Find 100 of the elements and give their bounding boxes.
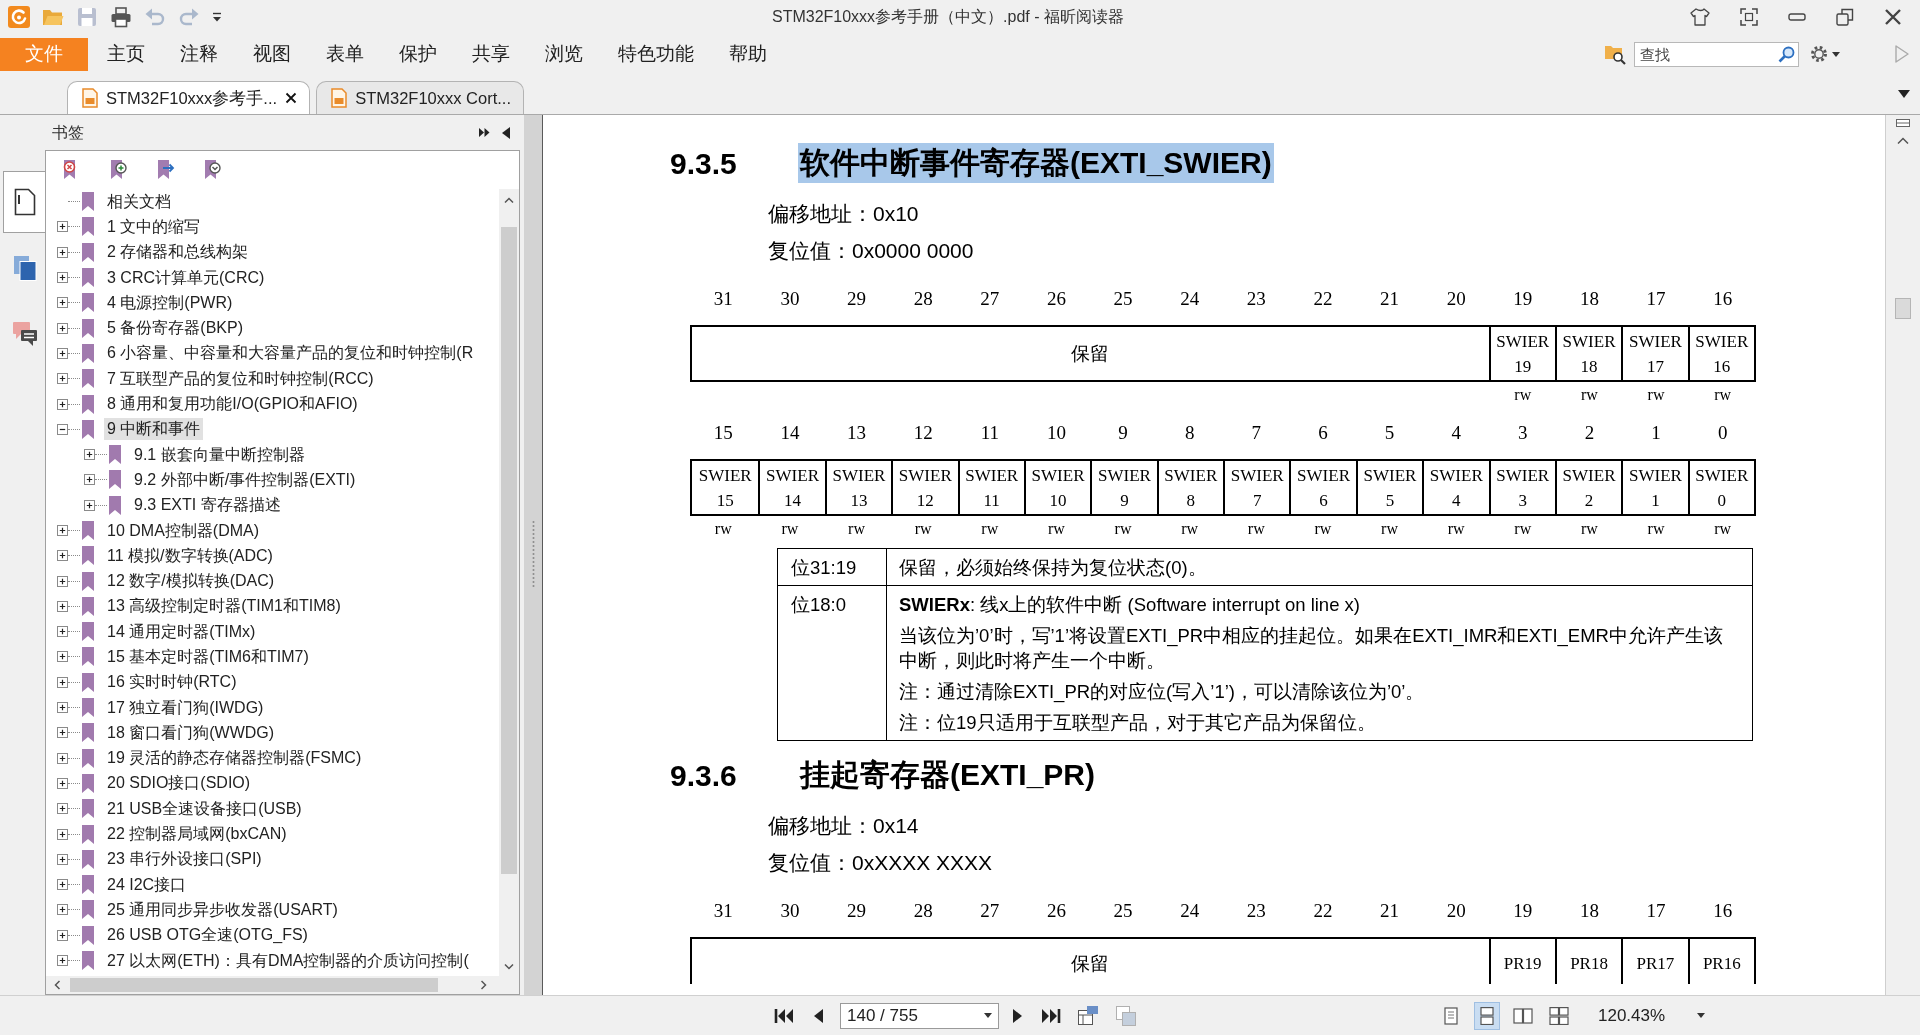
tree-toggle-icon[interactable] [57, 702, 68, 714]
panel-tab[interactable] [3, 171, 45, 233]
zoom-value[interactable]: 120.43% [1598, 1002, 1666, 1029]
tree-toggle-icon[interactable] [57, 727, 68, 739]
bookmark-item[interactable]: 15 基本定时器(TIM6和TIM7) [104, 646, 312, 668]
bookmark-item[interactable]: 13 高级控制定时器(TIM1和TIM8) [104, 595, 344, 618]
last-page-icon[interactable] [1041, 1007, 1061, 1024]
document-tab[interactable]: STM32F10xxx Cort... [316, 81, 524, 114]
ribbon-tab[interactable]: 注释 [176, 37, 222, 71]
bookmark-item[interactable]: 9.3 EXTI 寄存器描述 [131, 494, 284, 517]
tree-toggle-icon[interactable] [57, 525, 68, 536]
first-page-icon[interactable] [774, 1007, 794, 1024]
tree-toggle-icon[interactable] [57, 322, 68, 334]
bookmark-item[interactable]: 26 USB OTG全速(OTG_FS) [104, 924, 311, 947]
tree-toggle-icon[interactable] [57, 272, 68, 284]
tree-toggle-icon[interactable] [57, 929, 68, 941]
bookmark-item[interactable]: 7 互联型产品的复位和时钟控制(RCC) [104, 367, 377, 390]
ribbon-tab[interactable]: 帮助 [725, 37, 771, 71]
ribbon-tab[interactable]: 视图 [249, 37, 295, 71]
previous-page-icon[interactable] [812, 1007, 824, 1024]
ribbon-tab[interactable]: 表单 [322, 37, 368, 71]
scrollbar-thumb[interactable] [1895, 298, 1911, 319]
tree-toggle-icon[interactable] [57, 550, 68, 562]
bookmark-item[interactable]: 19 灵活的静态存储器控制器(FSMC) [104, 747, 365, 770]
minimize-icon[interactable] [1788, 13, 1806, 21]
tree-toggle-icon[interactable] [57, 297, 68, 309]
tree-toggle-icon[interactable] [84, 474, 95, 486]
tree-toggle-icon[interactable] [57, 246, 68, 258]
scrollbar-thumb[interactable] [70, 978, 438, 992]
bookmark-item[interactable]: 3 CRC计算单元(CRC) [104, 266, 268, 289]
tree-toggle-icon[interactable] [84, 499, 95, 511]
scrollbar-thumb[interactable] [501, 227, 517, 874]
ribbon-tab[interactable]: 保护 [395, 37, 441, 71]
bookmark-item[interactable]: 24 I2C接口 [104, 873, 190, 896]
bookmark-item[interactable]: 4 电源控制(PWR) [104, 291, 236, 314]
scroll-down-icon[interactable] [504, 964, 514, 970]
bookmark-item[interactable]: 10 DMA控制器(DMA) [104, 519, 262, 542]
tree-toggle-icon[interactable] [57, 651, 68, 663]
tree-toggle-icon[interactable] [57, 752, 68, 764]
view-mode-button[interactable] [1474, 1001, 1500, 1030]
ribbon-tab[interactable]: 共享 [468, 37, 514, 71]
tree-toggle-icon[interactable] [57, 347, 68, 359]
tree-toggle-icon[interactable] [57, 676, 68, 688]
tree-toggle-icon[interactable] [57, 955, 68, 967]
tree-toggle-icon[interactable] [57, 879, 68, 891]
tree-toggle-icon[interactable] [57, 600, 68, 612]
page-table-icon[interactable] [1077, 1004, 1099, 1027]
close-icon[interactable] [1884, 8, 1902, 26]
scrollbar-track[interactable] [499, 189, 519, 976]
tree-toggle-icon[interactable] [57, 828, 68, 840]
folder-search-icon[interactable] [1604, 43, 1626, 65]
tree-toggle-icon[interactable] [57, 777, 68, 789]
tree-toggle-icon[interactable] [57, 423, 68, 435]
ribbon-tab[interactable]: 浏览 [541, 37, 587, 71]
next-page-icon[interactable] [1012, 1007, 1024, 1024]
bookmark-item[interactable]: 16 实时时钟(RTC) [104, 671, 240, 694]
bookmark-item[interactable]: 14 通用定时器(TIMx) [104, 620, 259, 643]
bookmark-item[interactable]: 11 模拟/数字转换(ADC) [104, 544, 276, 567]
caret-icon[interactable] [984, 1013, 992, 1018]
tree-toggle-icon[interactable] [57, 853, 68, 865]
bookmark-item[interactable]: 25 通用同步异步收发器(USART) [104, 898, 341, 921]
bookmark-item[interactable]: 17 独立看门狗(IWDG) [104, 696, 267, 719]
bookmark-item[interactable]: 22 控制器局域网(bxCAN) [104, 823, 290, 846]
bookmark-item[interactable]: 12 数字/模拟转换(DAC) [104, 570, 278, 593]
caret-down-icon[interactable] [1898, 90, 1910, 98]
bookmark-item[interactable]: 6 小容量、中容量和大容量产品的复位和时钟控制(R [104, 342, 477, 365]
page-number-field[interactable]: 140 / 755 [840, 1002, 999, 1029]
tree-toggle-icon[interactable] [57, 398, 68, 410]
bookmark-item[interactable]: 5 备份寄存器(BKP) [104, 317, 246, 340]
fullscreen-icon[interactable] [1740, 8, 1758, 26]
bookmark-item[interactable]: 20 SDIO接口(SDIO) [104, 772, 254, 795]
bookmark-item[interactable]: 9.1 嵌套向量中断控制器 [131, 443, 308, 466]
tree-toggle-icon[interactable] [57, 221, 68, 233]
settings-icon[interactable] [1810, 45, 1828, 63]
scroll-right-icon[interactable] [481, 980, 487, 990]
bookmark-item[interactable]: 18 窗口看门狗(WWDG) [104, 721, 278, 744]
bookmark-item[interactable]: 23 串行外设接口(SPI) [104, 848, 265, 871]
tree-toggle-icon[interactable] [57, 904, 68, 916]
double-chevron-icon[interactable] [478, 127, 490, 138]
tree-toggle-icon[interactable] [57, 626, 68, 638]
bookmark-chevron-icon[interactable] [202, 159, 222, 181]
bookmark-item[interactable]: 相关文档 [104, 190, 174, 213]
bookmark-add-icon[interactable] [108, 159, 128, 181]
search-icon[interactable] [1778, 45, 1795, 63]
search-field[interactable]: 查找 [1634, 41, 1799, 67]
bookmark-arrow-icon[interactable] [155, 159, 175, 181]
tree-toggle-icon[interactable] [57, 373, 68, 385]
ribbon-tab[interactable]: 特色功能 [614, 37, 698, 71]
bookmark-item[interactable]: 9.2 外部中断/事件控制器(EXTI) [131, 468, 359, 491]
caret-icon[interactable] [1697, 1013, 1706, 1018]
caret-left-icon[interactable] [502, 126, 510, 139]
tree-toggle-icon[interactable] [57, 803, 68, 815]
caret-icon[interactable] [1832, 51, 1840, 57]
close-icon[interactable] [285, 92, 298, 104]
tree-toggle-icon[interactable] [57, 575, 68, 587]
bookmark-item[interactable]: 27 以太网(ETH)：具有DMA控制器的介质访问控制( [104, 949, 472, 972]
shirt-icon[interactable] [1690, 7, 1710, 27]
bookmark-item[interactable]: 21 USB全速设备接口(USB) [104, 797, 305, 820]
restore-icon[interactable] [1836, 8, 1854, 26]
caret-icon[interactable] [212, 11, 222, 23]
